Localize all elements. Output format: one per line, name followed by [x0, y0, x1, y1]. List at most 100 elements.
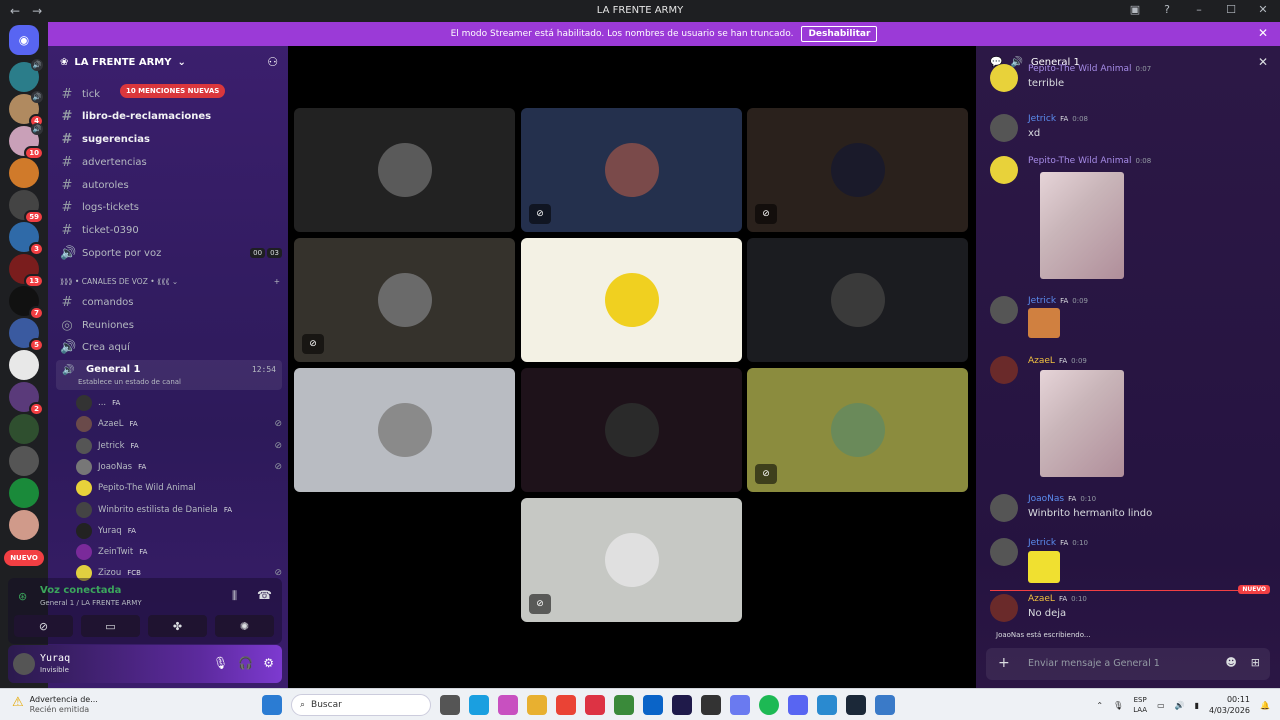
voice-channel-2[interactable]: 🔊 Crea aquí [56, 337, 282, 357]
disable-button[interactable]: Deshabilitar [801, 26, 878, 42]
minimize-button[interactable]: – [1192, 3, 1206, 16]
screen-share-icon[interactable]: ▭ [81, 615, 140, 637]
camera-off-icon[interactable]: ⊘ [14, 615, 73, 637]
video-tile[interactable] [294, 108, 515, 232]
soundboard-icon[interactable]: ✺ [215, 615, 274, 637]
server-icon[interactable]: 13 [9, 254, 44, 288]
avatar[interactable] [990, 494, 1018, 522]
voice-user[interactable]: JoaoNas FA ⊘ [76, 457, 282, 477]
explorer-icon[interactable] [527, 695, 547, 715]
voice-user[interactable]: Pepito-The Wild Animal [76, 478, 282, 498]
clock[interactable]: 00:11 4/03/2026 [1209, 694, 1250, 716]
author-name[interactable]: JoaoNas [1028, 494, 1064, 504]
server-icon[interactable] [9, 158, 39, 188]
notifications-icon[interactable]: 🔔 [1260, 701, 1270, 710]
voice-channel-1[interactable]: ◎ Reuniones [56, 315, 282, 335]
close-icon[interactable]: ✕ [1258, 55, 1268, 69]
obs-icon[interactable] [701, 695, 721, 715]
headphones-icon[interactable]: 🎧 [238, 656, 253, 670]
edge-icon[interactable] [469, 695, 489, 715]
steam-icon[interactable] [846, 695, 866, 715]
sticker-attachment[interactable] [1028, 551, 1060, 583]
server-icon[interactable] [9, 446, 39, 476]
video-tile[interactable] [747, 238, 968, 362]
avatar[interactable] [990, 114, 1018, 142]
mic-tray-icon[interactable]: 🎙 [1113, 701, 1123, 710]
inbox-icon[interactable]: ▣ [1128, 3, 1142, 16]
server-icon[interactable]: 🔊 [9, 59, 43, 92]
server-icon[interactable]: 10 🔊 [9, 123, 44, 160]
help-icon[interactable]: ? [1160, 3, 1174, 16]
server-header[interactable]: ❀ LA FRENTE ARMY ⌄ ⚇ [48, 46, 288, 78]
app-icon[interactable] [730, 695, 750, 715]
server-icon[interactable] [9, 510, 39, 540]
channel-general-1[interactable]: 🔊 General 1 Establece un estado de canal… [56, 360, 282, 390]
avatar[interactable] [990, 538, 1018, 566]
voice-user[interactable]: Winbrito estilista de Daniela FA [76, 500, 282, 520]
author-name[interactable]: Jetrick [1028, 114, 1056, 124]
disconnect-icon[interactable]: ☎ [257, 588, 272, 602]
video-tile[interactable]: ⊘ [521, 498, 742, 622]
network-icon[interactable]: ▭ [1157, 701, 1165, 710]
server-icon[interactable]: 5 [9, 318, 44, 352]
maximize-button[interactable]: ☐ [1224, 3, 1238, 16]
spotify-icon[interactable] [759, 695, 779, 715]
premiere-icon[interactable] [672, 695, 692, 715]
server-icon[interactable] [9, 478, 39, 508]
close-button[interactable]: ✕ [1256, 3, 1270, 16]
outlook-icon[interactable] [643, 695, 663, 715]
voice-connected-sub[interactable]: General 1 / LA FRENTE ARMY [40, 599, 142, 607]
voice-user[interactable]: Yuraq FA [76, 521, 282, 541]
voice-user[interactable]: AzaeL FA ⊘ [76, 414, 282, 434]
warning-notification[interactable]: ⚠ Advertencia de... Recién emitida [12, 695, 98, 715]
voice-category[interactable]: ⟫⟫⟫ • CANALES DE VOZ • ⟪⟪⟪ ⌄ + [60, 277, 280, 286]
start-icon[interactable] [262, 695, 282, 715]
channel-ticket-0390[interactable]: # ticket-0390 [56, 220, 282, 240]
author-name[interactable]: Jetrick [1028, 296, 1056, 306]
language-indicator[interactable]: ESP LAA [1133, 695, 1147, 715]
channel-status[interactable]: Establece un estado de canal [78, 378, 181, 386]
chrome-icon[interactable] [556, 695, 576, 715]
channel-soporte-por-voz[interactable]: 🔊 Soporte por voz 00 03 [56, 243, 282, 263]
chrome-alt-icon[interactable] [614, 695, 634, 715]
author-name[interactable]: AzaeL [1028, 594, 1055, 604]
author-name[interactable]: Pepito-The Wild Animal [1028, 156, 1132, 166]
avatar[interactable] [990, 356, 1018, 384]
task-view-icon[interactable] [440, 695, 460, 715]
plus-icon[interactable]: + [998, 655, 1010, 671]
image-attachment[interactable] [1040, 370, 1124, 477]
message-composer[interactable]: + Enviar mensaje a General 1 ☻ ⊞ [986, 648, 1270, 680]
video-tile[interactable]: ⊘ [747, 368, 968, 492]
video-tile[interactable] [521, 368, 742, 492]
server-icon[interactable] [9, 414, 39, 444]
add-user-icon[interactable]: ⚇ [267, 55, 278, 69]
video-tile[interactable]: ⊘ [521, 108, 742, 232]
channel-advertencias[interactable]: # advertencias [56, 152, 282, 172]
mic-icon[interactable]: 🎙 [213, 656, 228, 670]
avatar[interactable] [990, 296, 1018, 324]
server-icon[interactable]: 2 [9, 382, 44, 416]
avatar[interactable] [990, 594, 1018, 622]
message-input[interactable]: Enviar mensaje a General 1 [1028, 658, 1160, 669]
avatar[interactable] [13, 653, 35, 675]
server-icon[interactable]: 7 [9, 286, 44, 320]
gear-icon[interactable]: ⚙ [263, 656, 274, 670]
voice-user[interactable]: Jetrick FA ⊘ [76, 436, 282, 456]
channel-logs-tickets[interactable]: # logs-tickets [56, 197, 282, 217]
close-icon[interactable]: ✕ [1258, 26, 1268, 40]
video-tile[interactable] [521, 238, 742, 362]
noise-icon[interactable]: ⫼ [232, 589, 237, 603]
search-box[interactable]: ⌕ Buscar [291, 694, 431, 716]
channel-sugerencias[interactable]: # sugerencias [56, 129, 282, 149]
activities-icon[interactable]: ✤ [148, 615, 207, 637]
chrome-profile-icon[interactable] [585, 695, 605, 715]
server-icon[interactable]: 4 🔊 [9, 91, 44, 128]
image-attachment[interactable] [1040, 172, 1124, 279]
server-icon[interactable]: 3 [9, 222, 44, 256]
volume-icon[interactable]: 🔊 [1175, 701, 1185, 710]
author-name[interactable]: Jetrick [1028, 538, 1056, 548]
channel-libro-de-reclamaciones[interactable]: # libro-de-reclamaciones [56, 106, 282, 126]
avatar[interactable] [990, 156, 1018, 184]
avatar[interactable] [990, 64, 1018, 92]
channel-tick[interactable]: # tick [56, 84, 282, 104]
